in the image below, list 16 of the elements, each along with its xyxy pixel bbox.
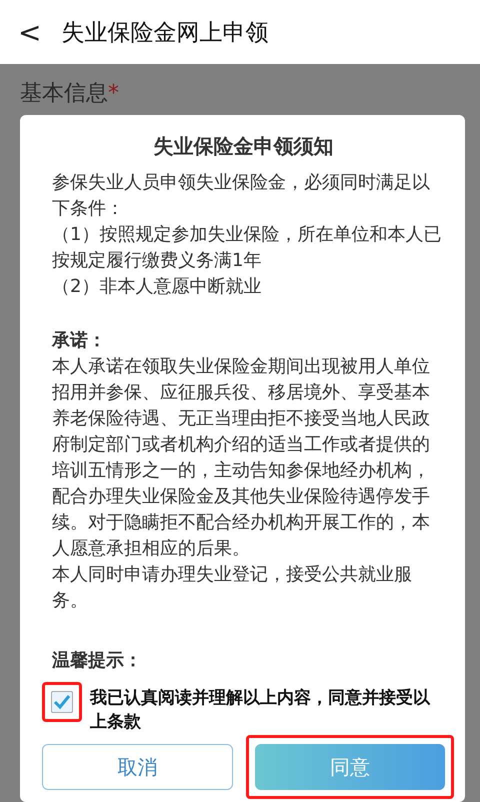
agree-checkbox[interactable] (51, 691, 73, 713)
condition-text: （2）非本人意愿中断就业 (52, 275, 262, 299)
cancel-button[interactable]: 取消 (42, 744, 232, 790)
checkmark-icon (53, 694, 71, 710)
condition-text: （1）按照规定参加失业保险，所在单位和本人已按规定履行缴费义务满1年 (52, 223, 442, 273)
promise-text: 本人同时申请办理失业登记，接受公共就业服务。 (52, 563, 413, 613)
promise-heading: 承诺： (52, 329, 107, 353)
promise-text: 本人承诺在领取失业保险金期间出现被用人单位招用并参保、应征服兵役、移居境外、享受基本养老保险待遇、无正当理由拒不接受当地人民政府制定部门或者机构介绍的适当工作或者提供的培训五情形之一的，主动告知参保地经办机构，配合办理失业保险金及其他失业保险待遇停发手续。对于隐瞒拒不配合经办机构开展工作的，本人愿意承担相应的后果。 (52, 355, 431, 561)
page-title: 失业保险金网上申领 (61, 18, 268, 48)
condition-text: 参保失业人员申领失业保险金，必须同时满足以下条件： (52, 171, 431, 221)
back-button[interactable]: < (18, 16, 42, 48)
dialog-title: 失业保险金申领须知 (152, 133, 334, 160)
agree-label: 我已认真阅读并理解以上内容，同意并接受以上条款 (90, 687, 432, 734)
agree-button[interactable]: 同意 (254, 744, 445, 790)
tip-heading: 温馨提示： (52, 649, 143, 673)
section-label: 基本信息* (19, 80, 120, 108)
